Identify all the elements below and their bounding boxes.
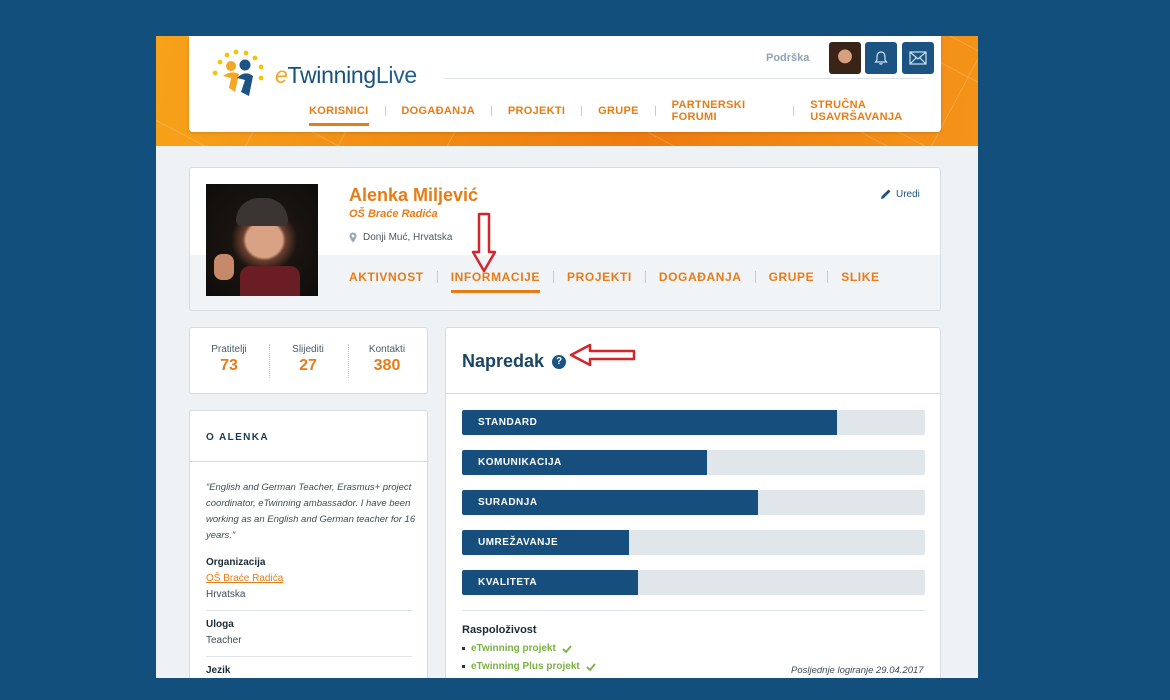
stats-card: Pratitelji 73 Slijediti 27 Kontakti 380 xyxy=(189,327,428,394)
role-label: Uloga xyxy=(206,619,234,630)
availability-item: eTwinning Plus projekt xyxy=(462,661,596,672)
profile-card: Alenka Miljević OŠ Braće Radića Donji Mu… xyxy=(189,167,941,311)
annotation-arrow-left-icon xyxy=(569,343,636,367)
location-pin-icon xyxy=(349,232,357,243)
profile-location: Donji Muć, Hrvatska xyxy=(349,232,452,243)
progress-divider xyxy=(446,393,942,394)
progress-card: Napredak ? STANDARD KOMUNIKACIJA SURADNJ… xyxy=(445,327,942,678)
help-icon[interactable]: ? xyxy=(552,354,567,369)
nav-separator xyxy=(384,106,386,116)
support-link[interactable]: Podrška xyxy=(766,52,809,64)
stat-value: 73 xyxy=(220,357,238,374)
tab-groups[interactable]: GRUPE xyxy=(769,270,815,284)
progress-bar: STANDARD xyxy=(462,410,925,435)
organization-link[interactable]: OŠ Braće Radića xyxy=(206,573,283,584)
availability-rule xyxy=(462,610,925,611)
user-avatar[interactable] xyxy=(829,42,861,74)
nav-projects[interactable]: PROJEKTI xyxy=(508,105,565,117)
stat-separator xyxy=(269,344,270,378)
edit-profile-link[interactable]: Uredi xyxy=(880,188,920,200)
availability-item-label: eTwinning projekt xyxy=(471,643,556,654)
envelope-icon xyxy=(909,51,927,65)
messages-button[interactable] xyxy=(902,42,934,74)
progress-bar: SURADNJA xyxy=(462,490,925,515)
bell-icon xyxy=(874,51,888,65)
tab-separator xyxy=(436,271,438,283)
nav-partner-forums[interactable]: PARTNERSKI FORUMI xyxy=(672,99,778,123)
following-stat[interactable]: Slijediti 27 xyxy=(278,344,338,375)
stat-value: 27 xyxy=(299,357,317,374)
progress-bar: KVALITETA xyxy=(462,570,925,595)
progress-bar-label: UMREŽAVANJE xyxy=(478,537,559,548)
tab-photos[interactable]: SLIKE xyxy=(841,270,879,284)
availability-item: eTwinning projekt xyxy=(462,643,572,654)
progress-bar-label: SURADNJA xyxy=(478,497,538,508)
contacts-stat[interactable]: Kontakti 380 xyxy=(357,344,417,375)
about-rule xyxy=(206,610,412,611)
tab-separator xyxy=(553,271,555,283)
tab-projects[interactable]: PROJEKTI xyxy=(567,270,632,284)
nav-professional-development[interactable]: STRUČNA USAVRŠAVANJA xyxy=(810,99,941,123)
profile-tabs: AKTIVNOST INFORMACIJE PROJEKTI DOGAĐANJA… xyxy=(349,270,880,293)
stat-label: Pratitelji xyxy=(211,344,247,355)
progress-bar: UMREŽAVANJE xyxy=(462,530,925,555)
followers-stat[interactable]: Pratitelji 73 xyxy=(199,344,259,375)
profile-photo xyxy=(206,184,318,296)
stat-label: Slijediti xyxy=(292,344,324,355)
organization-country: Hrvatska xyxy=(206,589,246,600)
about-title: O ALENKA xyxy=(206,432,270,443)
main-navigation: KORISNICI DOGAĐANJA PROJEKTI GRUPE PARTN… xyxy=(309,99,941,126)
progress-title: Napredak ? xyxy=(462,351,567,372)
tab-separator xyxy=(754,271,756,283)
location-text: Donji Muć, Hrvatska xyxy=(363,232,453,243)
stat-value: 380 xyxy=(373,357,401,374)
about-quote: “English and German Teacher, Erasmus+ pr… xyxy=(206,482,416,541)
nav-separator xyxy=(491,106,492,116)
organization-label: Organizacija xyxy=(206,557,266,568)
progress-title-text: Napredak xyxy=(462,351,545,371)
nav-separator xyxy=(581,106,583,116)
page: eTwinningLive Podrška KORISNICI DOGAĐANJ… xyxy=(156,36,978,678)
about-card: O ALENKA “English and German Teacher, Er… xyxy=(189,410,429,678)
tab-separator xyxy=(827,271,829,283)
header-divider xyxy=(444,78,924,79)
nav-separator xyxy=(654,106,656,116)
edit-label: Uredi xyxy=(896,188,920,200)
checkmark-icon xyxy=(586,662,596,671)
notifications-button[interactable] xyxy=(865,42,897,74)
etwinning-live-wordmark[interactable]: eTwinningLive xyxy=(275,62,417,89)
checkmark-icon xyxy=(562,644,572,653)
progress-bar-label: KOMUNIKACIJA xyxy=(478,457,562,468)
progress-bar: KOMUNIKACIJA xyxy=(462,450,925,475)
pencil-icon xyxy=(881,189,891,199)
header-card: eTwinningLive Podrška KORISNICI DOGAĐANJ… xyxy=(189,36,941,132)
role-value: Teacher xyxy=(206,635,242,646)
progress-bar-label: STANDARD xyxy=(478,417,538,428)
about-rule xyxy=(206,656,412,657)
nav-events[interactable]: DOGAĐANJA xyxy=(401,105,475,117)
annotation-arrow-down-icon xyxy=(471,212,497,273)
progress-bar-label: KVALITETA xyxy=(478,577,538,588)
profile-school-link[interactable]: OŠ Braće Radića xyxy=(349,208,438,220)
nav-groups[interactable]: GRUPE xyxy=(598,105,639,117)
tab-activity[interactable]: AKTIVNOST xyxy=(349,270,424,284)
profile-name: Alenka Miljević xyxy=(349,185,479,205)
about-divider xyxy=(190,461,429,462)
tab-events[interactable]: DOGAĐANJA xyxy=(659,270,742,284)
tab-separator xyxy=(644,271,646,283)
nav-users[interactable]: KORISNICI xyxy=(309,105,369,126)
etwinning-logo-icon[interactable] xyxy=(209,48,269,100)
stat-separator xyxy=(348,344,349,378)
nav-separator xyxy=(793,106,795,116)
availability-title: Raspoloživost xyxy=(462,624,537,636)
stat-label: Kontakti xyxy=(368,344,406,355)
last-login: Posljednje logiranje 29.04.2017 xyxy=(791,665,924,676)
availability-item-label: eTwinning Plus projekt xyxy=(471,661,580,672)
language-label: Jezik xyxy=(206,665,231,676)
